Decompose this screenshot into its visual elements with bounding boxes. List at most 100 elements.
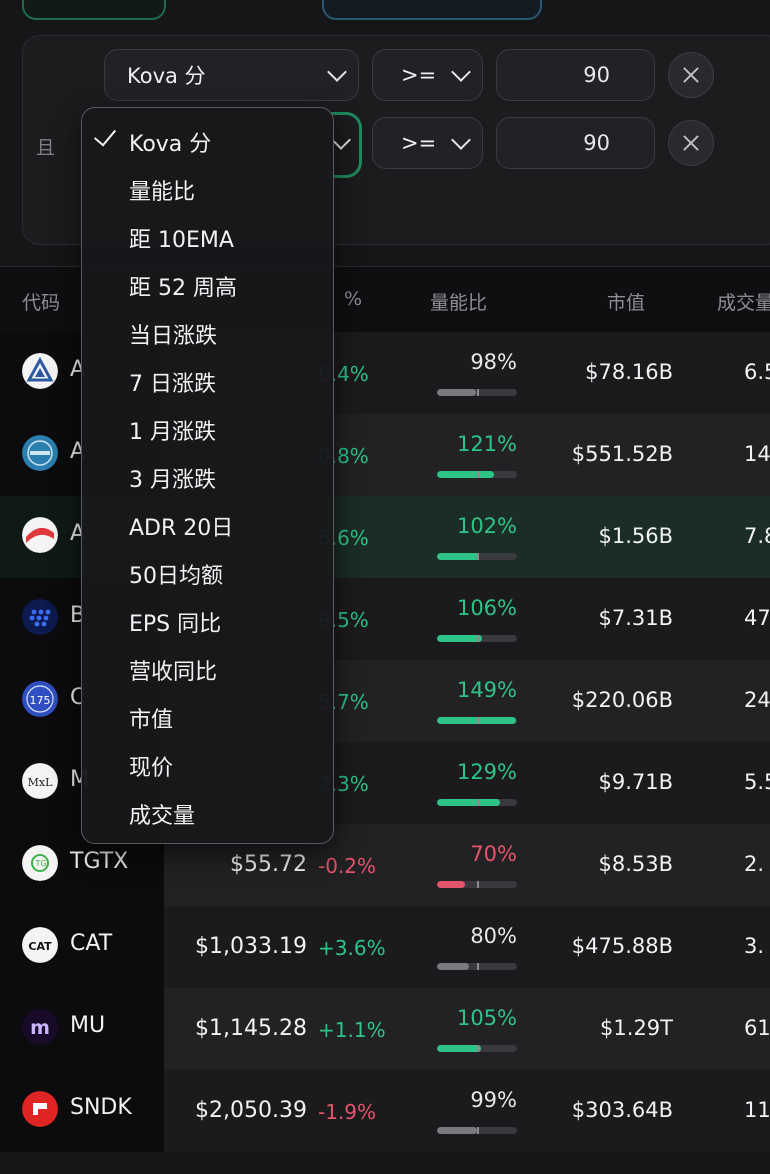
last-price: $1,145.28 [195, 1016, 307, 1041]
volume-ratio-value: 106% [456, 596, 517, 620]
company-logo-icon: TG [22, 845, 58, 881]
and-connector-label: 且 [36, 137, 56, 159]
filter2-remove-close-icon[interactable] [668, 120, 714, 166]
company-logo-icon: CAT [22, 927, 58, 963]
volume: 24.5 [744, 688, 770, 712]
filter1-operator-select[interactable]: >= [372, 49, 483, 101]
volume-ratio-bar [437, 553, 517, 560]
filter1-operator-value: >= [401, 63, 437, 87]
table-row[interactable]: m MU $1,145.28 +1.1% 105% $1.29T 61. [0, 988, 770, 1070]
company-logo-icon [22, 1091, 58, 1127]
ticker-symbol: MU [70, 1013, 106, 1038]
dropdown-option[interactable]: 7 日涨跌 [129, 366, 216, 398]
market-cap: $8.53B [598, 852, 673, 876]
market-cap: $220.06B [571, 688, 673, 712]
volume-ratio-bar [437, 717, 517, 724]
volume: 5.5 [744, 770, 770, 794]
header-volume[interactable]: 成交量 [717, 288, 770, 315]
company-logo-icon: m [22, 1009, 58, 1045]
volume: 14.1 [744, 442, 770, 466]
chevron-down-icon [451, 129, 471, 150]
company-logo-icon: 175 [22, 681, 58, 717]
header-change[interactable]: % [344, 288, 362, 310]
svg-text:TG: TG [34, 859, 46, 868]
ticker-symbol: SNDK [70, 1095, 132, 1120]
ticker-symbol: TGTX [70, 849, 129, 874]
company-logo-icon [22, 517, 58, 553]
dropdown-option[interactable]: EPS 同比 [129, 606, 221, 638]
checkmark-icon [93, 123, 117, 147]
dropdown-option[interactable]: 市值 [129, 702, 173, 734]
dropdown-option[interactable]: 现价 [129, 750, 173, 782]
volume-ratio-value: 70% [470, 842, 517, 866]
filter1-field-value: Kova 分 [127, 64, 206, 88]
dropdown-option[interactable]: 距 52 周高 [129, 270, 237, 302]
chevron-down-icon [451, 61, 471, 82]
company-logo-icon [22, 435, 58, 471]
svg-text:CAT: CAT [28, 940, 52, 953]
dropdown-option[interactable]: ADR 20日 [129, 510, 233, 542]
ticker-symbol: CAT [70, 931, 113, 956]
dropdown-option[interactable]: 当日涨跌 [129, 318, 217, 350]
svg-text:m: m [30, 1017, 50, 1039]
table-row[interactable]: CAT CAT $1,033.19 +3.6% 80% $475.88B 3. [0, 906, 770, 988]
filter1-value-input[interactable]: 90 [496, 49, 655, 101]
filter1-field-select[interactable]: Kova 分 [104, 49, 359, 101]
last-price: $1,033.19 [195, 934, 307, 959]
volume-ratio-bar [437, 799, 517, 806]
header-code[interactable]: 代码 [22, 288, 60, 315]
dropdown-option[interactable]: 50日均额 [129, 558, 223, 590]
daily-change: -0.2% [318, 854, 377, 878]
volume-ratio-value: 149% [456, 678, 517, 702]
volume: 11. [744, 1098, 770, 1122]
volume-ratio-value: 129% [456, 760, 517, 784]
volume: 7.8 [744, 524, 770, 548]
top-button-green[interactable] [22, 0, 166, 20]
daily-change: +3.6% [318, 936, 386, 960]
dropdown-option[interactable]: Kova 分 [129, 126, 211, 158]
volume-ratio-value: 99% [470, 1088, 517, 1112]
volume: 47.0 [744, 606, 770, 630]
header-market-cap[interactable]: 市值 [607, 288, 645, 315]
dropdown-option[interactable]: 1 月涨跌 [129, 414, 216, 446]
svg-text:MxL: MxL [28, 776, 53, 789]
company-logo-icon [22, 353, 58, 389]
dropdown-option[interactable]: 量能比 [129, 174, 195, 206]
market-cap: $475.88B [571, 934, 673, 958]
daily-change: -1.9% [318, 1100, 377, 1124]
volume: 6.5 [744, 360, 770, 384]
field-dropdown-menu: Kova 分量能比距 10EMA 距 52 周高 当日涨跌 7 日涨跌 1 月涨跌 3 月… [81, 107, 334, 844]
volume: 3. [744, 934, 765, 958]
top-button-blue[interactable] [322, 0, 542, 20]
chevron-down-icon [327, 61, 347, 82]
dropdown-option[interactable]: 营收同比 [129, 654, 217, 686]
dropdown-option[interactable]: 成交量 [129, 798, 195, 830]
volume-ratio-bar [437, 963, 517, 970]
volume-ratio-bar [437, 471, 517, 478]
volume-ratio-bar [437, 881, 517, 888]
header-volume-ratio[interactable]: 量能比 [430, 288, 487, 315]
filter1-remove-close-icon[interactable] [668, 52, 714, 98]
filter2-operator-value: >= [401, 131, 437, 155]
dropdown-option[interactable]: 3 月涨跌 [129, 462, 216, 494]
market-cap: $9.71B [598, 770, 673, 794]
company-logo-icon: MxL [22, 763, 58, 799]
dropdown-option[interactable]: 距 10EMA [129, 222, 234, 254]
volume-ratio-value: 102% [456, 514, 517, 538]
volume-ratio-bar [437, 1045, 517, 1052]
filter2-operator-select[interactable]: >= [372, 117, 483, 169]
market-cap: $303.64B [571, 1098, 673, 1122]
market-cap: $1.56B [598, 524, 673, 548]
daily-change: +1.1% [318, 1018, 386, 1042]
volume-ratio-bar [437, 1127, 517, 1134]
market-cap: $78.16B [585, 360, 673, 384]
svg-text:175: 175 [30, 694, 51, 707]
last-price: $2,050.39 [195, 1098, 307, 1123]
volume-ratio-value: 80% [470, 924, 517, 948]
market-cap: $7.31B [598, 606, 673, 630]
table-row[interactable]: SNDK $2,050.39 -1.9% 99% $303.64B 11. [0, 1070, 770, 1152]
filter2-value-input[interactable]: 90 [496, 117, 655, 169]
company-logo-icon [22, 599, 58, 635]
volume-ratio-value: 98% [470, 350, 517, 374]
market-cap: $1.29T [600, 1016, 673, 1040]
